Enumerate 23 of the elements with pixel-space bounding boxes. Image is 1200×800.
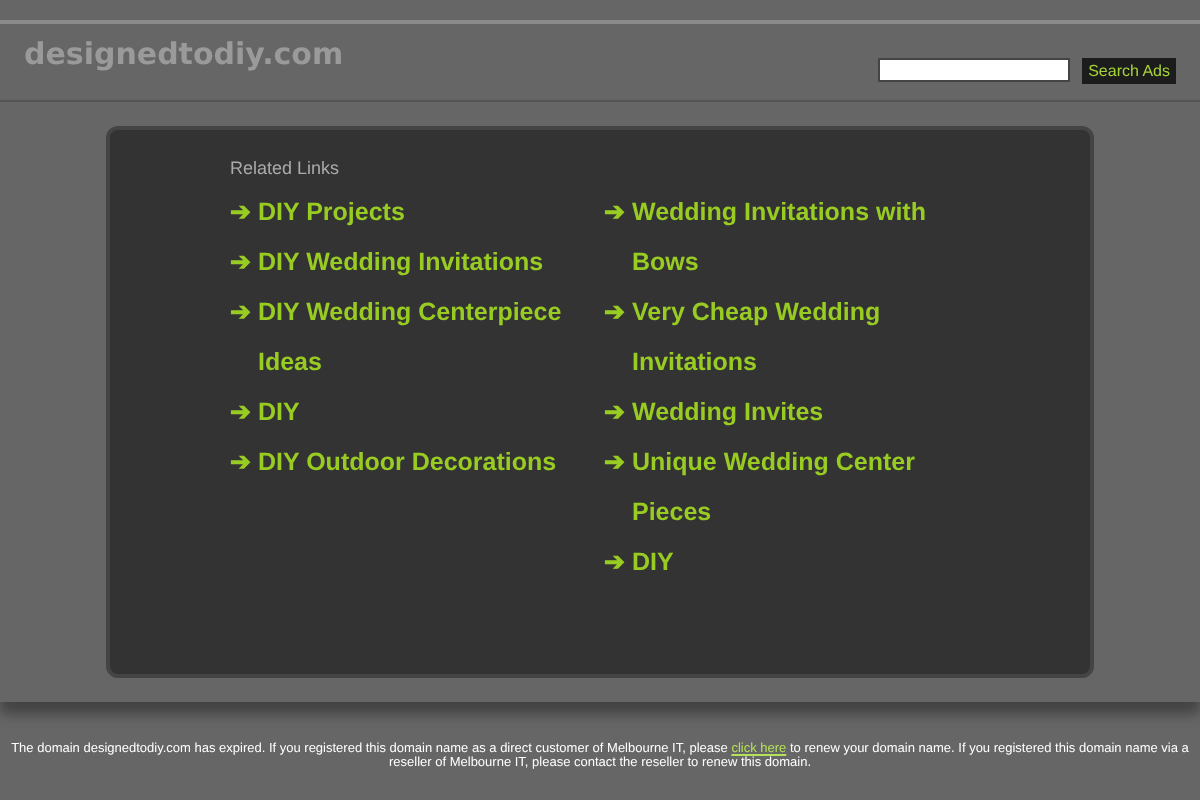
arrow-icon: ➔	[230, 437, 258, 487]
arrow-icon: ➔	[604, 537, 632, 587]
related-link[interactable]: DIY Wedding Centerpiece Ideas	[258, 287, 604, 387]
arrow-icon: ➔	[604, 287, 632, 337]
related-link[interactable]: DIY Projects	[258, 187, 405, 237]
related-link[interactable]: Very Cheap Wedding Invitations	[632, 287, 964, 387]
arrow-icon: ➔	[230, 287, 258, 337]
arrow-icon: ➔	[604, 437, 632, 487]
related-link[interactable]: Unique Wedding Center Pieces	[632, 437, 964, 537]
search-field[interactable]	[878, 58, 1071, 82]
related-link[interactable]: Wedding Invites	[632, 387, 824, 437]
arrow-icon: ➔	[230, 187, 258, 237]
arrow-icon: ➔	[230, 237, 258, 287]
related-link[interactable]: DIY Outdoor Decorations	[258, 437, 557, 487]
related-links-heading: Related Links	[230, 156, 340, 182]
arrow-icon: ➔	[230, 387, 258, 437]
related-link[interactable]: DIY Wedding Invitations	[258, 237, 544, 287]
related-link[interactable]: DIY	[632, 537, 674, 587]
arrow-icon: ➔	[604, 187, 632, 237]
arrow-icon: ➔	[604, 387, 632, 437]
search-ads-button[interactable]: Search Ads	[1082, 57, 1176, 83]
related-link[interactable]: DIY	[258, 387, 300, 437]
related-link[interactable]: Wedding Invitations with Bows	[632, 187, 964, 287]
